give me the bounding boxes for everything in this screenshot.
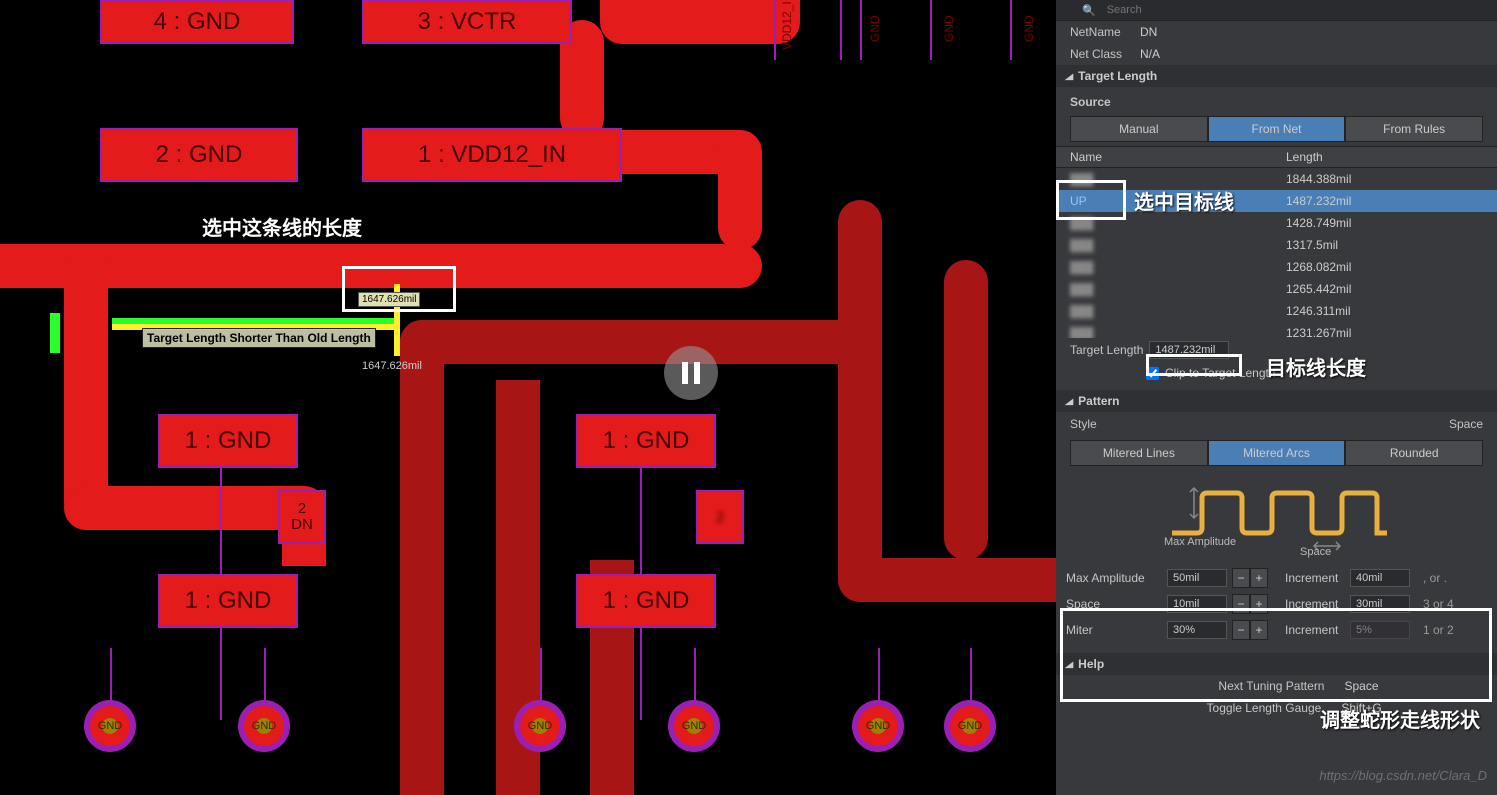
tab-manual[interactable]: Manual <box>1070 116 1208 142</box>
source-label: Source <box>1070 95 1111 109</box>
search-row: 🔍 <box>1056 0 1497 21</box>
param-max_amp-label: Max Amplitude <box>1066 571 1162 585</box>
watermark: https://blog.csdn.net/Clara_D <box>1319 768 1487 783</box>
netname-value: DN <box>1140 25 1157 39</box>
via-gnd-1[interactable]: GND <box>84 700 136 752</box>
pause-overlay-icon <box>664 346 718 400</box>
pad-gnd-1d[interactable]: 1 : GND <box>576 574 716 628</box>
pad-vctr-3[interactable]: 3 : VCTR <box>362 0 572 44</box>
pattern-preview: Max Amplitude Space <box>1056 470 1497 565</box>
param-max_amp-dec[interactable]: − <box>1232 568 1250 588</box>
section-target-length[interactable]: Target Length <box>1056 65 1497 87</box>
via-gnd-2[interactable]: GND <box>238 700 290 752</box>
pcb-canvas[interactable]: 4 : GND 3 : VCTR 2 : GND 1 : VDD12_IN 1 … <box>0 0 1056 795</box>
annotation-target-len: 目标线长度 <box>1266 352 1366 381</box>
annotation-box-target-len <box>1146 354 1242 376</box>
tooltip-length: 1647.626mil <box>358 292 420 307</box>
net-table-header: Name Length <box>1056 146 1497 168</box>
properties-panel: 🔍 NetNameDN Net ClassN/A Target Length S… <box>1056 0 1497 795</box>
source-tabs: Manual From Net From Rules <box>1070 116 1483 142</box>
tab-mitered-arcs[interactable]: Mitered Arcs <box>1208 440 1346 466</box>
param-max_amp-input[interactable] <box>1167 569 1227 587</box>
via-gnd-3[interactable]: GND <box>514 700 566 752</box>
tab-from-net[interactable]: From Net <box>1208 116 1346 142</box>
pattern-space-label: Space <box>1300 546 1331 558</box>
pattern-max-amp-label: Max Amplitude <box>1164 536 1236 548</box>
tab-from-rules[interactable]: From Rules <box>1345 116 1483 142</box>
via-gnd-5[interactable]: GND <box>852 700 904 752</box>
annotation-select-line: 选中这条线的长度 <box>202 212 362 241</box>
style-tabs: Mitered Lines Mitered Arcs Rounded <box>1070 440 1483 466</box>
pad-dn[interactable]: 2DN <box>278 490 326 544</box>
param-max_amp-inc-input[interactable] <box>1350 569 1410 587</box>
param-max_amp-inc[interactable]: + <box>1250 568 1268 588</box>
annotation-adjust: 调整蛇形走线形状 <box>1320 704 1480 733</box>
section-pattern[interactable]: Pattern <box>1056 390 1497 412</box>
param-max_amp-inc-label: Increment <box>1285 571 1345 585</box>
length-readout: 1647.626mil <box>362 360 422 372</box>
pad-dn-2[interactable]: 2 <box>696 490 744 544</box>
net-label-gnd-t2: GND <box>942 15 956 42</box>
space-label-hdr: Space <box>1449 417 1483 431</box>
netname-label: NetName <box>1070 25 1140 39</box>
net-label-gnd-t1: GND <box>868 15 882 42</box>
pad-vdd12[interactable]: 1 : VDD12_IN <box>362 128 622 182</box>
pad-gnd-1a[interactable]: 1 : GND <box>158 414 298 468</box>
net-label-gnd-t3: GND <box>1022 15 1036 42</box>
tooltip-warning: Target Length Shorter Than Old Length <box>142 328 376 348</box>
netclass-label: Net Class <box>1070 47 1140 61</box>
via-gnd-4[interactable]: GND <box>668 700 720 752</box>
pad-gnd-1b[interactable]: 1 : GND <box>576 414 716 468</box>
search-icon: 🔍 <box>1082 4 1096 17</box>
net-row[interactable]: ███1231.267mil <box>1056 322 1497 338</box>
param-max_amp-hint: , or . <box>1423 571 1447 585</box>
net-row[interactable]: ███1246.311mil <box>1056 300 1497 322</box>
pad-gnd-4[interactable]: 4 : GND <box>100 0 294 44</box>
help-toggle-label: Toggle Length Gauge <box>1171 701 1321 715</box>
net-label-vdd12: VDD12_I <box>780 1 794 50</box>
marker-start <box>50 313 60 353</box>
pad-gnd-2[interactable]: 2 : GND <box>100 128 298 182</box>
net-row[interactable]: ███1317.5mil <box>1056 234 1497 256</box>
netclass-value: N/A <box>1140 47 1160 61</box>
via-gnd-6[interactable]: GND <box>944 700 996 752</box>
search-input[interactable] <box>1102 2 1471 18</box>
net-row[interactable]: ███1265.442mil <box>1056 278 1497 300</box>
annotation-box-params <box>1060 608 1492 702</box>
pad-gnd-1c[interactable]: 1 : GND <box>158 574 298 628</box>
target-length-label: Target Length <box>1070 343 1143 357</box>
style-label: Style <box>1070 417 1097 431</box>
annotation-select-target: 选中目标线 <box>1134 186 1234 215</box>
tab-rounded[interactable]: Rounded <box>1345 440 1483 466</box>
tab-mitered-lines[interactable]: Mitered Lines <box>1070 440 1208 466</box>
net-row[interactable]: ███1268.082mil <box>1056 256 1497 278</box>
annotation-box-up <box>1056 180 1126 220</box>
